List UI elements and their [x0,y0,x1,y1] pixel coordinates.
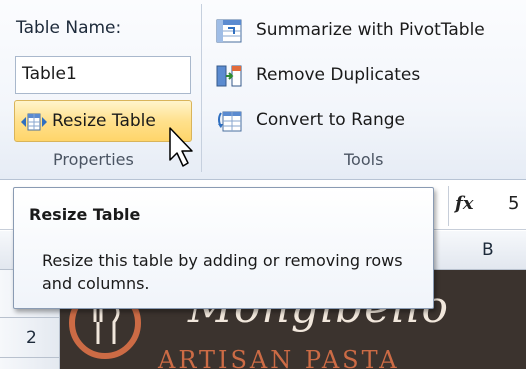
summarize-pivottable-button[interactable]: Summarize with PivotTable [214,14,526,48]
group-separator [201,4,202,172]
formula-bar-separator [448,186,449,226]
resize-table-tooltip: Resize Table Resize this table by adding… [13,187,434,309]
tooltip-description: Resize this table by adding or removing … [42,251,403,293]
insert-function-icon[interactable]: fx [455,193,473,214]
table-name-label: Table Name: [16,18,122,38]
mouse-pointer-icon [169,127,193,167]
remove-duplicates-label: Remove Duplicates [256,65,421,85]
convert-to-range-button[interactable]: Convert to Range [214,104,526,138]
tooltip-title: Resize Table [29,205,141,224]
pivottable-icon [216,19,242,43]
convert-to-range-icon [218,111,242,132]
remove-duplicates-icon [216,65,242,87]
brand-tagline: ARTISAN PASTA [158,346,400,369]
summarize-pivottable-label: Summarize with PivotTable [256,20,485,40]
tools-group-label: Tools [344,150,384,169]
row-number: 2 [26,328,37,348]
formula-input[interactable]: 5 [508,193,519,214]
properties-group-label: Properties [53,150,134,169]
convert-to-range-label: Convert to Range [256,110,405,130]
resize-table-label: Resize Table [52,111,156,131]
resize-table-button[interactable]: Resize Table [14,100,192,142]
resize-table-icon [21,113,47,131]
remove-duplicates-button[interactable]: Remove Duplicates [214,59,526,93]
ribbon: Table Name: Table1 Resize Table Properti… [0,0,526,180]
row-header-2[interactable]: 2 [0,318,60,358]
column-header-b[interactable]: B [482,240,494,260]
row-header[interactable] [0,358,60,369]
table-name-input[interactable]: Table1 [15,56,191,94]
